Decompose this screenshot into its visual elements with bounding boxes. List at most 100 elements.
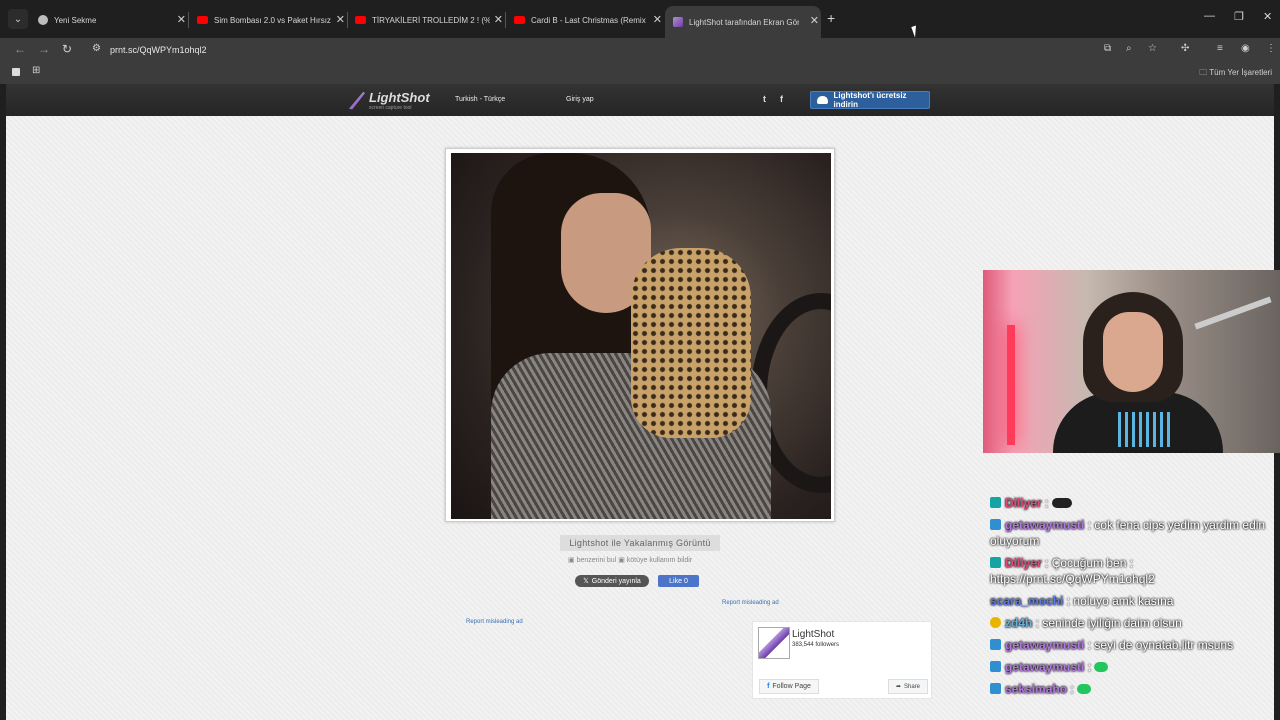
tab-label: Yeni Sekme bbox=[54, 15, 97, 25]
tab-label: LightShot tarafından Ekran Görü bbox=[689, 17, 799, 27]
x-logo-icon: 𝕏 bbox=[583, 578, 589, 585]
find-similar-link[interactable]: ▣ benzerini bul bbox=[568, 557, 616, 564]
install-app-icon[interactable]: ⧉ bbox=[1104, 43, 1111, 54]
emote-icon bbox=[1051, 498, 1072, 508]
tab-youtube-1[interactable]: Sim Bombası 2.0 vs Paket Hırsız ✕ bbox=[189, 8, 347, 32]
streamer bbox=[1053, 292, 1223, 453]
close-icon[interactable]: ✕ bbox=[336, 13, 345, 26]
stream-chat: Diliyer : getawaymusti : cok fena cips y… bbox=[990, 495, 1280, 703]
like-label: Like 0 bbox=[669, 577, 688, 585]
zoom-icon[interactable]: ⌕ bbox=[1126, 43, 1132, 54]
webcam-overlay bbox=[983, 270, 1280, 453]
kick-badge-icon bbox=[990, 683, 1001, 694]
led-light bbox=[1007, 325, 1015, 445]
tab-new-tab[interactable]: Yeni Sekme ✕ bbox=[30, 8, 188, 32]
close-icon[interactable]: ✕ bbox=[810, 14, 819, 27]
share-label: Share bbox=[904, 683, 921, 690]
bookmark-square-icon[interactable] bbox=[12, 68, 20, 76]
chat-username: getawaymusti bbox=[1005, 518, 1085, 532]
youtube-icon bbox=[355, 16, 366, 24]
chat-username: scara_mochi bbox=[990, 594, 1064, 608]
chat-message: getawaymusti : bbox=[990, 659, 1280, 675]
screenshot-frame bbox=[445, 148, 835, 522]
chat-message: zd4h : seninde iyiliğin daim olsun bbox=[990, 615, 1280, 631]
feather-icon bbox=[349, 91, 365, 110]
chat-message: seksimaho : bbox=[990, 681, 1280, 697]
chat-text: : noluyo amk kasına bbox=[1063, 594, 1174, 608]
site-settings-icon[interactable]: ⚙ bbox=[92, 43, 101, 54]
facebook-like-button[interactable]: Like 0 bbox=[658, 575, 699, 587]
close-icon[interactable]: ✕ bbox=[177, 13, 186, 26]
chat-username: getawaymusti bbox=[1005, 660, 1085, 674]
twitter-icon[interactable]: t bbox=[763, 94, 766, 104]
download-button[interactable]: Lightshot'ı ücretsiz indirin bbox=[810, 91, 930, 109]
bookmarks-bar: ⊞ 🗀 Tüm Yer İşaretleri bbox=[0, 62, 1280, 84]
lightshot-logo[interactable]: LightShot screen capture tool bbox=[349, 90, 430, 111]
new-tab-button[interactable]: + bbox=[827, 10, 835, 26]
tab-lightshot[interactable]: LightShot tarafından Ekran Görü ✕ bbox=[665, 6, 821, 38]
back-arrow-icon[interactable]: ← bbox=[14, 42, 26, 56]
restore-button[interactable]: ❐ bbox=[1234, 10, 1244, 23]
close-icon[interactable]: ✕ bbox=[494, 13, 503, 26]
tab-label: Cardi B - Last Christmas (Remix bbox=[531, 15, 646, 25]
report-ad-link[interactable]: Report misleading ad bbox=[466, 619, 523, 625]
chat-username: Diliyer bbox=[1005, 496, 1042, 510]
chat-username: Diliyer bbox=[1005, 556, 1042, 570]
tab-youtube-2[interactable]: TİRYAKİLERİ TROLLEDİM 2 ! (%1 ✕ bbox=[347, 8, 505, 32]
green-emote-icon bbox=[1094, 662, 1109, 672]
bookmark-star-icon[interactable]: ☆ bbox=[1148, 43, 1157, 54]
youtube-icon bbox=[197, 16, 208, 24]
image-caption: Lightshot ile Yakalanmış Görüntü bbox=[560, 535, 720, 551]
profile-icon[interactable]: ◉ bbox=[1241, 43, 1250, 54]
fb-followers: 383,544 followers bbox=[792, 642, 840, 648]
streamer-face bbox=[1103, 312, 1163, 392]
all-bookmarks-label: Tüm Yer İşaretleri bbox=[1209, 68, 1272, 77]
chat-message: scara_mochi : noluyo amk kasına bbox=[990, 593, 1280, 609]
all-bookmarks-folder[interactable]: 🗀 Tüm Yer İşaretleri bbox=[1199, 67, 1272, 81]
microphone-arm bbox=[1194, 296, 1272, 330]
tweet-button[interactable]: 𝕏 Gönderi yayınla bbox=[575, 575, 649, 587]
forward-arrow-icon[interactable]: → bbox=[38, 42, 50, 56]
share-button[interactable]: ➦ Share bbox=[888, 679, 928, 694]
share-icon: ➦ bbox=[895, 684, 901, 690]
chat-message: getawaymusti : cok fena cips yedim yardi… bbox=[990, 517, 1280, 549]
download-label: Lightshot'ı ücretsiz indirin bbox=[833, 91, 907, 109]
minimize-button[interactable]: — bbox=[1204, 10, 1215, 22]
address-bar[interactable]: ⚙ prnt.sc/QqWPYm1ohql2 bbox=[86, 39, 1086, 61]
apps-grid-icon[interactable]: ⊞ bbox=[32, 65, 40, 76]
twitch-badge-icon bbox=[990, 497, 1001, 508]
close-window-button[interactable]: ✕ bbox=[1263, 10, 1272, 23]
follow-page-label: Follow Page bbox=[772, 683, 811, 690]
report-abuse-link[interactable]: ▣ kötüye kullanım bildir bbox=[618, 557, 692, 564]
tab-label: Sim Bombası 2.0 vs Paket Hırsız bbox=[214, 15, 331, 25]
facebook-icon[interactable]: f bbox=[780, 94, 783, 104]
screenshot-image[interactable] bbox=[451, 153, 831, 519]
fb-page-name[interactable]: LightShot bbox=[792, 629, 834, 640]
folder-icon: 🗀 bbox=[1199, 68, 1208, 77]
login-link[interactable]: Giriş yap bbox=[566, 96, 594, 103]
chat-message: Diliyer : bbox=[990, 495, 1280, 511]
lightshot-page-logo[interactable] bbox=[758, 627, 790, 659]
tab-youtube-3[interactable]: Cardi B - Last Christmas (Remix ✕ bbox=[506, 8, 664, 32]
reload-icon[interactable]: ↻ bbox=[62, 42, 72, 56]
chat-text: : bbox=[1084, 660, 1095, 674]
menu-kebab-icon[interactable]: ⋮ bbox=[1266, 43, 1276, 54]
follow-page-button[interactable]: f Follow Page bbox=[759, 679, 819, 694]
chat-text: : bbox=[1067, 682, 1078, 696]
image-actions: ▣ benzerini bul ▣ kötüye kullanım bildir bbox=[568, 556, 692, 564]
tweet-label: Gönderi yayınla bbox=[591, 577, 641, 585]
lightshot-icon bbox=[673, 17, 683, 27]
kick-badge-icon bbox=[990, 519, 1001, 530]
logo-subtitle: screen capture tool bbox=[369, 105, 412, 111]
media-controls-icon[interactable]: ≡ bbox=[1217, 43, 1223, 54]
language-selector[interactable]: Turkish - Türkçe bbox=[455, 96, 505, 103]
youtube-icon bbox=[514, 16, 525, 24]
url-text[interactable]: prnt.sc/QqWPYm1ohql2 bbox=[110, 45, 207, 55]
tab-search-button[interactable]: ⌄ bbox=[8, 9, 28, 29]
chat-text: : bbox=[1041, 496, 1052, 510]
facebook-page-widget: LightShot 383,544 followers f Follow Pag… bbox=[752, 621, 932, 699]
close-icon[interactable]: ✕ bbox=[653, 13, 662, 26]
lightshot-header: LightShot screen capture tool Turkish - … bbox=[6, 84, 1274, 116]
extensions-icon[interactable]: ✣ bbox=[1181, 43, 1189, 54]
report-ad-link[interactable]: Report misleading ad bbox=[722, 600, 779, 606]
